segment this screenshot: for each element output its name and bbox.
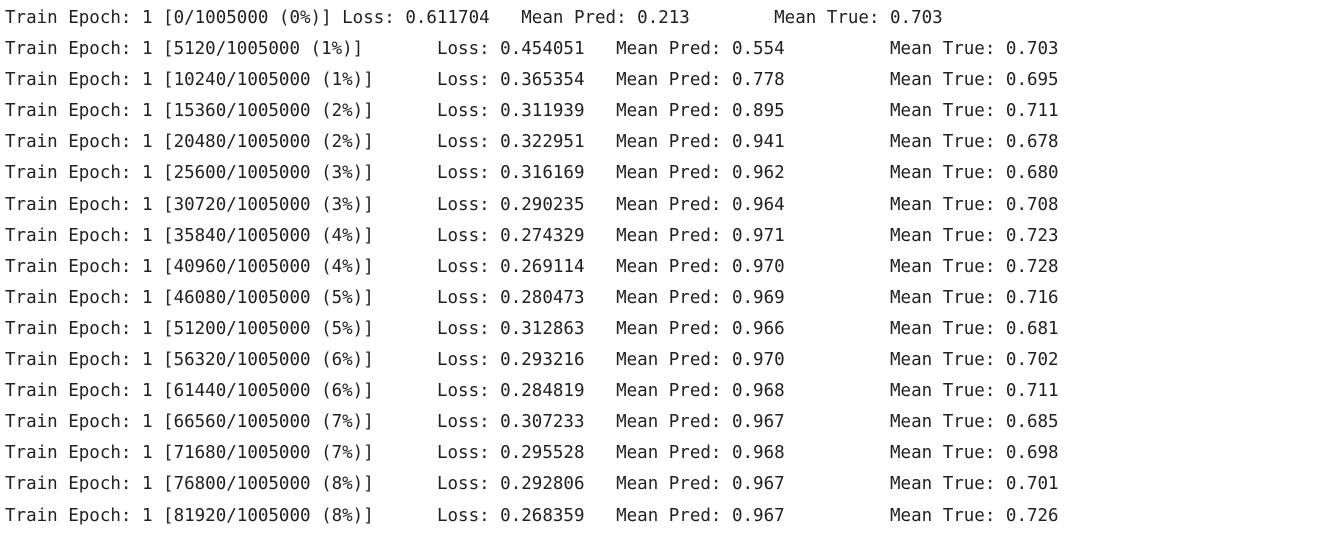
log-line: Train Epoch: 1 [10240/1005000 (1%)] Loss… [5, 70, 1059, 91]
log-line: Train Epoch: 1 [51200/1005000 (5%)] Loss… [5, 318, 1059, 339]
log-line: Train Epoch: 1 [66560/1005000 (7%)] Loss… [5, 412, 1059, 433]
log-line: Train Epoch: 1 [76800/1005000 (8%)] Loss… [5, 474, 1059, 495]
log-line: Train Epoch: 1 [71680/1005000 (7%)] Loss… [5, 443, 1059, 464]
log-line: Train Epoch: 1 [20480/1005000 (2%)] Loss… [5, 132, 1059, 153]
log-line: Train Epoch: 1 [61440/1005000 (6%)] Loss… [5, 381, 1059, 402]
log-line: Train Epoch: 1 [81920/1005000 (8%)] Loss… [5, 505, 1059, 526]
log-line: Train Epoch: 1 [40960/1005000 (4%)] Loss… [5, 256, 1059, 277]
log-line: Train Epoch: 1 [15360/1005000 (2%)] Loss… [5, 101, 1059, 122]
log-line: Train Epoch: 1 [46080/1005000 (5%)] Loss… [5, 287, 1059, 308]
log-line: Train Epoch: 1 [30720/1005000 (3%)] Loss… [5, 194, 1059, 215]
log-line: Train Epoch: 1 [0/1005000 (0%)] Loss: 0.… [5, 8, 943, 28]
training-log-output: Train Epoch: 1 [0/1005000 (0%)] Loss: 0.… [0, 0, 1320, 540]
log-line: Train Epoch: 1 [25600/1005000 (3%)] Loss… [5, 163, 1059, 184]
log-line: Train Epoch: 1 [56320/1005000 (6%)] Loss… [5, 350, 1059, 371]
log-line: Train Epoch: 1 [5120/1005000 (1%)] Loss:… [5, 39, 1059, 60]
log-line: Train Epoch: 1 [35840/1005000 (4%)] Loss… [5, 225, 1059, 246]
